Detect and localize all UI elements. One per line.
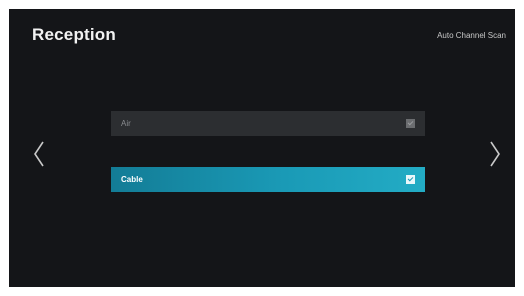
chevron-right-icon[interactable] [488,140,502,168]
page-title: Reception [32,25,116,44]
tv-screen: Reception Auto Channel Scan Air Cable [9,9,515,287]
checkbox-checked-icon[interactable] [406,175,415,184]
option-label: Air [121,119,131,128]
option-cable[interactable]: Cable [111,167,425,192]
option-air[interactable]: Air [111,111,425,136]
chevron-left-icon[interactable] [32,140,46,168]
checkbox-icon [406,147,415,156]
option-placeholder [111,139,425,164]
checkbox-icon[interactable] [406,119,415,128]
context-label: Auto Channel Scan [437,31,506,40]
option-label: Cable [121,175,143,184]
reception-option-list: Air Cable [111,111,425,195]
